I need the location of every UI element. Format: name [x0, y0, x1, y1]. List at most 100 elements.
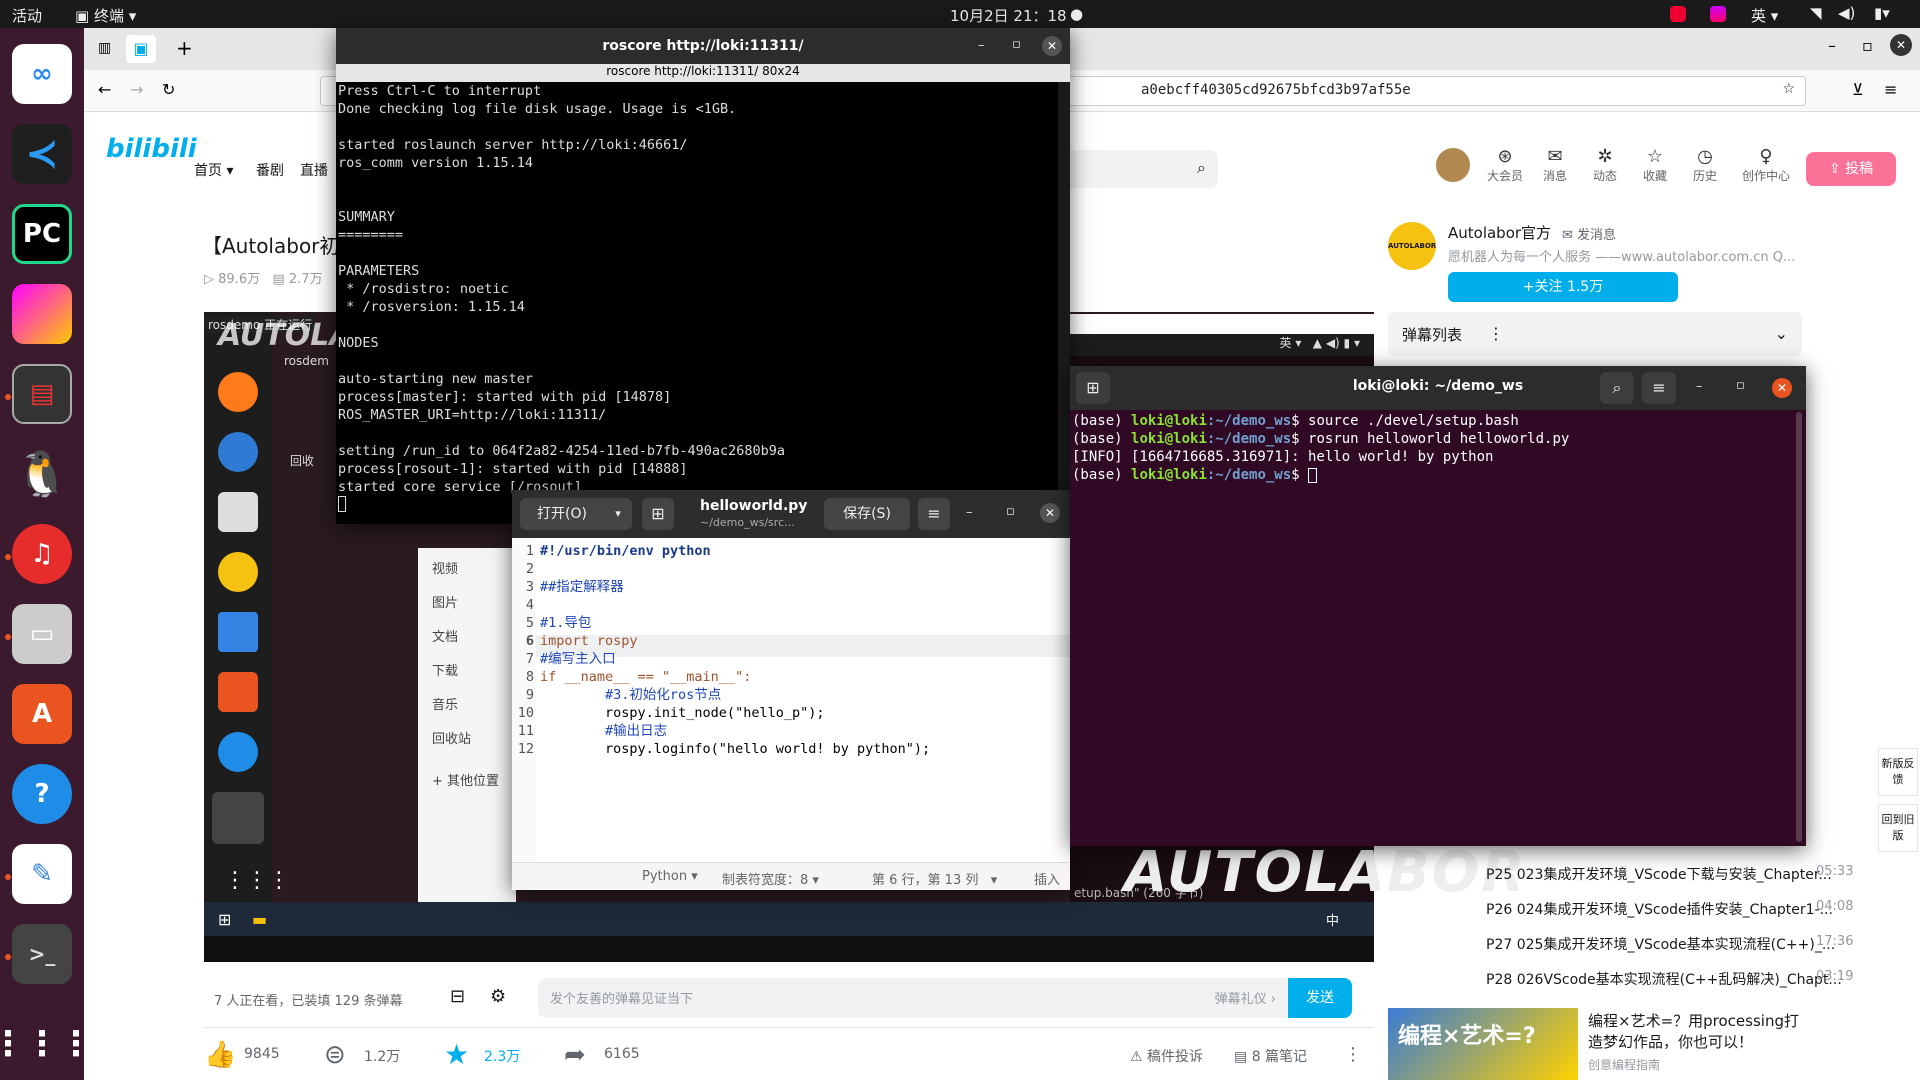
header-dynamic[interactable]: ✲ 动态	[1582, 146, 1628, 184]
help-icon[interactable]: ?	[12, 764, 72, 824]
up-avatar[interactable]: AUTOLABOR	[1388, 222, 1436, 270]
chevron-down-icon[interactable]: ⌄	[1775, 324, 1788, 343]
battery-icon[interactable]: ▮▾	[1874, 4, 1890, 22]
nav-home[interactable]: 首页 ▾	[194, 160, 233, 180]
app-tray-icon[interactable]	[1710, 6, 1726, 22]
close-icon[interactable]: ✕	[1890, 34, 1912, 56]
send-button[interactable]: 发送	[1288, 978, 1352, 1018]
jetbrains-toolbox-icon[interactable]	[12, 284, 72, 344]
menu-icon[interactable]: ≡	[1642, 372, 1676, 404]
insert-mode[interactable]: 插入	[1034, 869, 1060, 888]
vscode-icon[interactable]: ≺	[12, 124, 72, 184]
terminal-app-menu[interactable]: ▣ 终端 ▾	[75, 5, 136, 26]
new-tab-icon[interactable]: ⊞	[642, 498, 674, 530]
header-favorites[interactable]: ☆ 收藏	[1632, 146, 1678, 184]
nav-bangumi[interactable]: 番剧	[256, 160, 284, 180]
code-editor[interactable]: 1 #!/usr/bin/env python 2 3 ##指定解释器 4 5 #1.…	[512, 542, 1070, 862]
bilibili-tab-icon[interactable]: ▣	[126, 35, 156, 63]
maximize-icon[interactable]: ▫	[1006, 504, 1015, 519]
ad-title[interactable]: 编程×艺术=？用processing打造梦幻作品，你也可以！	[1588, 1010, 1802, 1052]
danmaku-etiquette-link[interactable]: 弹幕礼仪 ›	[1215, 988, 1276, 1007]
playlist-item[interactable]: P26 024集成开发环境_VScode插件安装_Chapter1-... 04:…	[1486, 899, 1853, 919]
save-button[interactable]: 保存(S)	[824, 498, 910, 530]
software-center-icon[interactable]: A	[12, 684, 72, 744]
activities-button[interactable]: 活动	[12, 5, 42, 26]
input-method-indicator[interactable]: 英 ▾	[1751, 5, 1778, 26]
close-icon[interactable]: ✕	[1772, 378, 1792, 398]
maximize-icon[interactable]: ▫	[1012, 37, 1021, 52]
baidu-netdisk-icon[interactable]: ∞	[12, 44, 72, 104]
nav-live[interactable]: 直播	[300, 160, 328, 180]
cursor-position[interactable]: 第 6 行，第 13 列 ▾	[872, 869, 997, 888]
tab-width-selector[interactable]: 制表符宽度：8 ▾	[722, 869, 819, 888]
close-icon[interactable]: ✕	[1040, 503, 1060, 523]
danmaku-list-more-icon[interactable]: ⋮	[1488, 324, 1504, 343]
bookmark-star-icon[interactable]: ☆	[1782, 81, 1795, 97]
roscore-titlebar[interactable]: roscore http://loki:11311/	[336, 28, 1070, 64]
old-version-button[interactable]: 回到旧版	[1878, 804, 1918, 852]
roscore-output[interactable]: Press Ctrl-C to interrupt Done checking l…	[338, 82, 1056, 524]
minimize-icon[interactable]: –	[966, 505, 973, 520]
search-icon[interactable]: ⌕	[1600, 372, 1634, 404]
terminal-icon[interactable]: >_	[12, 924, 72, 984]
minimize-icon[interactable]: –	[978, 38, 985, 53]
sidebar-toggle-icon[interactable]: ▥	[98, 40, 111, 56]
ad-image[interactable]: 编程×艺术=?	[1388, 1008, 1578, 1080]
playlist-item[interactable]: P27 025集成开发环境_VScode基本实现流程(C++)_... 17:36	[1486, 934, 1853, 954]
playlist-item[interactable]: P25 023集成开发环境_VScode下载与安装_Chapter... 05:3…	[1486, 864, 1853, 884]
minimize-icon[interactable]: –	[1696, 379, 1703, 394]
header-vip[interactable]: ⊛ 大会员	[1482, 146, 1528, 184]
text-editor-icon[interactable]: ✎	[12, 844, 72, 904]
pycharm-icon[interactable]: PC	[12, 204, 72, 264]
playlist-item[interactable]: P28 026VScode基本实现流程(C++乱码解决)_Chapt... 03:…	[1486, 969, 1853, 989]
header-creator[interactable]: ♀ 创作中心	[1736, 146, 1796, 184]
header-message[interactable]: ✉ 消息	[1532, 146, 1578, 184]
netease-music-icon[interactable]: ♫	[12, 524, 72, 584]
search-icon[interactable]: ⌕	[1197, 158, 1206, 178]
share-icon[interactable]: ➦	[564, 1040, 586, 1070]
terminator-icon[interactable]: ▤	[12, 364, 72, 424]
follow-button[interactable]: +关注 1.5万	[1448, 272, 1678, 302]
qq-icon[interactable]: 🐧	[12, 444, 72, 504]
avatar[interactable]	[1436, 148, 1470, 182]
feedback-button[interactable]: 新版反馈	[1878, 748, 1918, 796]
reload-icon[interactable]: ↻	[162, 80, 175, 99]
wifi-icon[interactable]: ◥	[1810, 4, 1822, 22]
open-button[interactable]: 打开(O)	[520, 498, 604, 530]
danmaku-input[interactable]: 发个友善的弹幕见证当下 弹幕礼仪 ›	[538, 978, 1288, 1018]
more-icon[interactable]: ⋮	[1344, 1044, 1362, 1065]
up-name[interactable]: Autolabor官方	[1448, 222, 1551, 243]
notes-link[interactable]: ▤ 8 篇笔记	[1234, 1046, 1307, 1066]
clock[interactable]: 10月2日 21：18	[950, 5, 1067, 26]
volume-icon[interactable]: ◀)	[1838, 4, 1855, 22]
upload-button[interactable]: ⇪ 投稿	[1806, 152, 1896, 186]
language-selector[interactable]: Python ▾	[642, 869, 698, 884]
scrollbar[interactable]	[1058, 82, 1070, 524]
maximize-icon[interactable]: ▫	[1736, 378, 1745, 393]
maximize-icon[interactable]: ▫	[1862, 36, 1873, 55]
coin-icon[interactable]: ⊜	[324, 1040, 346, 1070]
menu-icon[interactable]: ≡	[1884, 80, 1897, 99]
danmaku-settings-icon[interactable]: ⚙	[490, 986, 506, 1007]
bilibili-logo[interactable]: bilibili	[106, 134, 197, 164]
terminal-output[interactable]: (base) loki@loki:~/demo_ws$ source ./dev…	[1072, 412, 1792, 842]
like-icon[interactable]: 👍	[204, 1040, 236, 1070]
header-history[interactable]: ◷ 历史	[1682, 146, 1728, 184]
minimize-icon[interactable]: –	[1828, 36, 1836, 55]
player-controls[interactable]	[204, 936, 1374, 962]
terminal-headerbar[interactable]: ⊞ loki@loki: ~/demo_ws ⌕ ≡ – ▫ ✕	[1070, 366, 1806, 410]
show-apps-icon[interactable]: ⋮⋮⋮	[0, 1014, 93, 1074]
send-message-link[interactable]: ✉ 发消息	[1562, 224, 1616, 243]
menu-icon[interactable]: ≡	[918, 498, 950, 530]
forward-icon[interactable]: →	[130, 80, 143, 99]
back-icon[interactable]: ←	[98, 80, 111, 99]
netease-tray-icon[interactable]	[1670, 6, 1686, 22]
pocket-icon[interactable]: ⊻	[1852, 80, 1864, 99]
favorite-star-icon[interactable]: ★	[444, 1038, 469, 1071]
chevron-down-icon[interactable]: ▾	[604, 498, 632, 530]
danmaku-toggle-icon[interactable]: ⊟	[450, 986, 465, 1007]
new-tab-icon[interactable]: +	[176, 36, 193, 60]
report-link[interactable]: ⚠ 稿件投诉	[1130, 1046, 1203, 1066]
files-icon[interactable]: ▭	[12, 604, 72, 664]
close-icon[interactable]: ✕	[1042, 36, 1062, 56]
